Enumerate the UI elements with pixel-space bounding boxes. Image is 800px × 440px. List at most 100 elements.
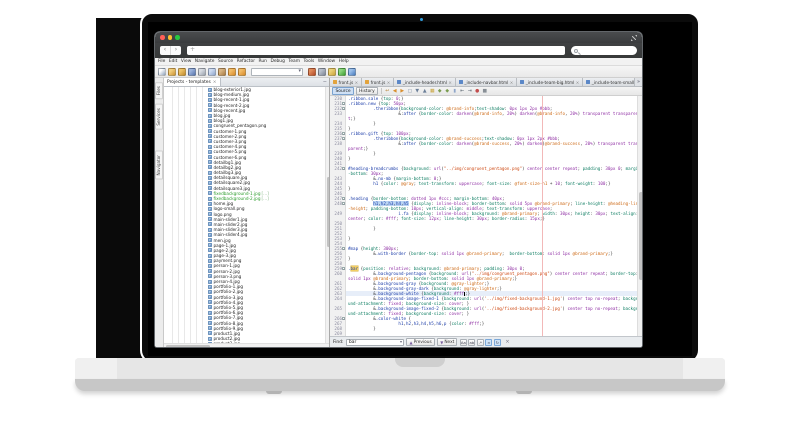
fold-toggle-icon[interactable]: − — [342, 197, 345, 200]
sidebar-tab-navigator[interactable]: Navigator — [155, 151, 163, 180]
image-file-icon — [208, 145, 212, 149]
file-tree[interactable]: blog-exterior1.jpgblog-medium.jpgblog-re… — [164, 87, 329, 343]
back-icon[interactable]: ◀ — [392, 88, 398, 95]
projects-panel-tab[interactable]: Projects - templates × — [164, 78, 221, 86]
minimize-window-button[interactable] — [168, 35, 173, 40]
menu-refactor[interactable]: Refactor — [237, 59, 255, 64]
code-line: 242−#heading-breadcrumbs {background: ur… — [330, 166, 642, 176]
match-case-toggle[interactable]: Aa — [460, 339, 467, 346]
last-edit-icon[interactable]: ↩ — [384, 88, 390, 95]
save-all-icon[interactable] — [188, 68, 196, 76]
tree-horizontal-scrollbar[interactable] — [164, 343, 329, 347]
fold-toggle-icon[interactable]: − — [342, 202, 345, 205]
address-bar[interactable]: + — [187, 46, 565, 55]
menu-team[interactable]: Team — [288, 59, 300, 64]
shift-right-icon[interactable]: ⇥ — [467, 88, 473, 95]
close-tab-icon[interactable]: × — [355, 80, 359, 85]
profile-icon[interactable] — [348, 68, 356, 76]
next-bookmark-icon[interactable]: ◆ — [444, 88, 450, 95]
new-project-icon[interactable] — [168, 68, 176, 76]
menu-view[interactable]: View — [181, 59, 191, 64]
editor-tab-_include-navbar.html[interactable]: _include-navbar.html× — [456, 78, 517, 86]
deploy-icon[interactable] — [308, 68, 316, 76]
close-tab-icon[interactable]: × — [448, 80, 452, 85]
search-field[interactable] — [571, 46, 637, 55]
image-file-icon — [208, 316, 212, 320]
fold-toggle-icon[interactable]: − — [342, 137, 345, 140]
fold-toggle-icon[interactable]: − — [342, 102, 345, 105]
tab-overflow-button[interactable]: » — [634, 78, 642, 86]
fold-toggle-icon[interactable]: − — [342, 167, 345, 170]
build-hammer-icon[interactable] — [318, 68, 326, 76]
view-button-history[interactable]: History — [356, 87, 379, 95]
editor-tab-front.js[interactable]: front.js× — [330, 78, 362, 86]
new-file-icon[interactable] — [158, 68, 166, 76]
sidebar-tab-services[interactable]: Services — [155, 104, 163, 130]
laptop-foot — [516, 391, 532, 394]
close-window-button[interactable] — [160, 35, 165, 40]
redo-icon[interactable] — [238, 68, 246, 76]
close-tab-icon[interactable]: × — [576, 80, 580, 85]
whole-words-toggle[interactable]: ab — [468, 339, 475, 346]
stop-macro-icon[interactable]: ■ — [482, 88, 488, 95]
tree-vertical-scrollbar[interactable] — [325, 87, 329, 343]
fold-toggle-icon[interactable]: − — [342, 247, 345, 250]
editor-scrollbar[interactable] — [637, 96, 642, 336]
forward-button[interactable]: › — [171, 46, 181, 55]
menu-window[interactable]: Window — [318, 59, 335, 64]
zoom-window-button[interactable] — [175, 35, 180, 40]
clean-build-icon[interactable] — [328, 68, 336, 76]
undo-icon[interactable] — [228, 68, 236, 76]
wrap-around-toggle[interactable]: ↻ — [494, 339, 501, 346]
find-previous-button[interactable]: ▲ Previous — [406, 338, 434, 346]
fullscreen-icon[interactable] — [631, 35, 637, 41]
editor-tab-row: front.js×front.js×_include-header.html×_… — [330, 78, 642, 87]
find-next-button[interactable]: ▼ Next — [437, 338, 457, 346]
fold-toggle-icon[interactable]: − — [342, 107, 345, 110]
copy-icon[interactable] — [208, 68, 216, 76]
menu-source[interactable]: Source — [218, 59, 233, 64]
fold-toggle-icon[interactable]: − — [342, 132, 345, 135]
forward-icon[interactable]: ▶ — [399, 88, 405, 95]
menu-edit[interactable]: Edit — [169, 59, 178, 64]
code-editor[interactable]: 230.ribbon.sale {top: 0;}231−.ribbon.new… — [330, 96, 642, 336]
editor-toolbar: SourceHistory↩◀▶▢▼▲▦◆◆▮⇤⇥●■ — [330, 87, 642, 96]
run-icon[interactable] — [338, 68, 346, 76]
fold-toggle-icon[interactable]: − — [342, 317, 345, 320]
menu-file[interactable]: File — [158, 59, 165, 64]
back-button[interactable]: ‹ — [160, 46, 171, 55]
laptop-camera-icon — [420, 18, 423, 21]
menu-tools[interactable]: Tools — [304, 59, 315, 64]
fold-toggle-icon[interactable]: − — [342, 267, 345, 270]
paste-icon[interactable] — [218, 68, 226, 76]
open-project-icon[interactable] — [178, 68, 186, 76]
toggle-highlight-icon[interactable]: ▦ — [429, 88, 435, 95]
close-icon[interactable]: × — [213, 80, 217, 85]
window-titlebar — [155, 32, 642, 43]
close-tab-icon[interactable]: × — [387, 80, 391, 85]
menu-navigate[interactable]: Navigate — [195, 59, 215, 64]
find-next-occurrence-icon[interactable]: ▼ — [414, 88, 420, 95]
cut-icon[interactable] — [198, 68, 206, 76]
regex-toggle[interactable]: .* — [477, 339, 484, 346]
toggle-bookmark-icon[interactable]: ▮ — [452, 88, 458, 95]
find-previous-occurrence-icon[interactable]: ▲ — [422, 88, 428, 95]
menu-run[interactable]: Run — [259, 59, 267, 64]
editor-tab-front.js[interactable]: front.js× — [362, 78, 394, 86]
close-find-bar-icon[interactable]: × — [505, 339, 509, 345]
shift-left-icon[interactable]: ⇤ — [459, 88, 465, 95]
find-input[interactable]: bar — [346, 339, 404, 346]
editor-tab-_include-team-big.html[interactable]: _include-team-big.html× — [517, 78, 583, 86]
highlight-results-toggle[interactable]: ≈ — [485, 339, 492, 346]
close-tab-icon[interactable]: × — [510, 80, 514, 85]
sidebar-tab-files[interactable]: Files — [155, 82, 163, 99]
configuration-combo[interactable] — [251, 68, 303, 76]
find-selection-icon[interactable]: ▢ — [407, 88, 413, 95]
editor-tab-_include-header.html[interactable]: _include-header.html× — [394, 78, 456, 86]
minimize-panel-icon[interactable]: − — [323, 79, 327, 85]
previous-bookmark-icon[interactable]: ◆ — [437, 88, 443, 95]
view-button-source[interactable]: Source — [332, 87, 354, 95]
menu-debug[interactable]: Debug — [270, 59, 284, 64]
start-macro-icon[interactable]: ● — [474, 88, 480, 95]
menu-help[interactable]: Help — [339, 59, 349, 64]
